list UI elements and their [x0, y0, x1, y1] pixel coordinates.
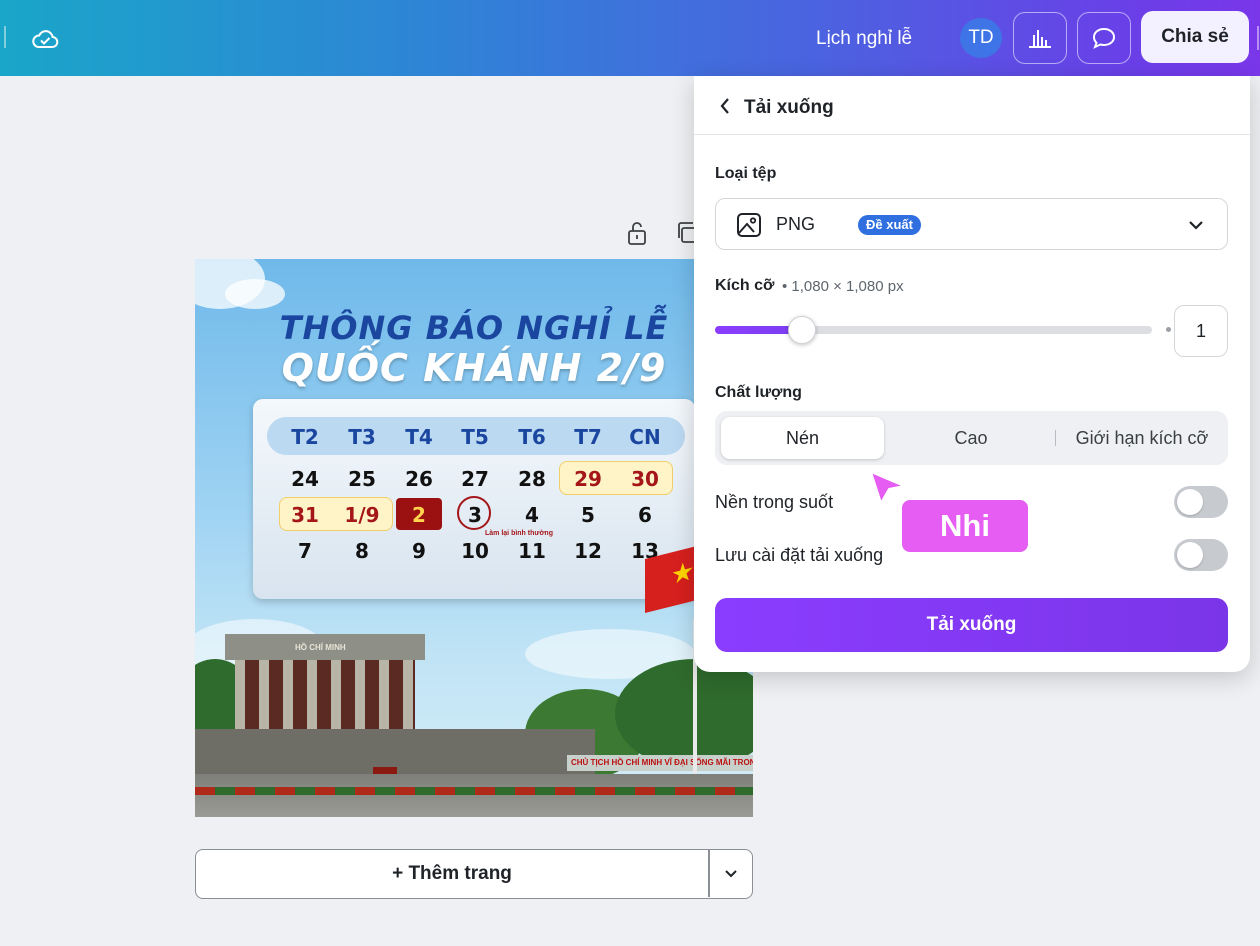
divider [1055, 430, 1056, 446]
banner-text: CHỦ TỊCH HỒ CHÍ MINH VĨ ĐẠI SỐNG MÃI TRO… [571, 758, 753, 767]
calendar-day: 25 [348, 467, 376, 491]
weekday-label: CN [629, 425, 661, 449]
lock-page-icon[interactable] [626, 220, 648, 251]
cloud-decoration [225, 279, 285, 309]
file-type-value: PNG [776, 214, 816, 234]
calendar-day: 12 [574, 539, 602, 563]
calendar-day: 27 [461, 467, 489, 491]
weekday-label: T6 [518, 425, 546, 449]
quality-option-size-limit[interactable]: Giới hạn kích cỡ [1059, 417, 1225, 459]
size-multiplier-input[interactable]: 1 [1174, 305, 1228, 357]
avatar[interactable]: TD [960, 18, 1002, 58]
add-page-control: + Thêm trang [195, 849, 753, 899]
calendar-day: 7 [298, 539, 312, 563]
calendar-day-national: 2 [412, 503, 426, 527]
calendar-day-holiday: 31 [291, 503, 319, 527]
save-settings-label: Lưu cài đặt tải xuống [715, 545, 884, 565]
calendar-card: Làm lại bình thường T2 T3 T4 T5 T6 T7 CN… [253, 399, 695, 599]
add-page-dropdown[interactable] [710, 850, 752, 897]
transparent-bg-label: Nền trong suốt [715, 492, 834, 512]
toggle-knob [1177, 542, 1203, 568]
collaborator-name-tag: Nhi [902, 500, 1028, 552]
calendar-day-holiday: 30 [631, 467, 659, 491]
quality-label: Chất lượng [715, 384, 802, 401]
weekday-label: T3 [348, 425, 376, 449]
calendar-day: 5 [581, 503, 595, 527]
download-panel: Tải xuống Loại tệp PNG Đề xuất Kích cỡ •… [694, 76, 1250, 672]
calendar-day-holiday: 29 [574, 467, 602, 491]
building-sign: HỒ CHÍ MINH [295, 643, 346, 652]
calendar-day: 24 [291, 467, 319, 491]
calendar-note: Làm lại bình thường [485, 530, 553, 537]
comments-button[interactable] [1077, 12, 1131, 64]
calendar-day: 11 [518, 539, 546, 563]
file-type-select[interactable]: PNG Đề xuất [715, 198, 1228, 250]
quality-option-compressed[interactable]: Nén [721, 417, 884, 459]
back-button[interactable] [714, 95, 736, 117]
calendar-day: 4 [525, 503, 539, 527]
calendar-day-holiday: 1/9 [344, 503, 380, 527]
document-title[interactable]: Lịch nghỉ lễ [816, 28, 912, 50]
slider-thumb[interactable] [788, 316, 816, 344]
recommended-badge: Đề xuất [858, 215, 921, 235]
download-button[interactable]: Tải xuống [715, 598, 1228, 652]
quality-segmented-control: Nén Cao Giới hạn kích cỡ [715, 411, 1228, 465]
chevron-left-icon [720, 98, 729, 114]
save-settings-toggle[interactable] [1174, 539, 1228, 571]
panel-title: Tải xuống [744, 97, 834, 118]
chevron-down-icon [725, 869, 737, 877]
top-bar: Lịch nghỉ lễ TD Chia sẻ [0, 0, 1260, 76]
insights-button[interactable] [1013, 12, 1067, 64]
weekday-label: T4 [405, 425, 433, 449]
calendar-day: 8 [355, 539, 369, 563]
mausoleum-roof: HỒ CHÍ MINH [225, 634, 425, 660]
quality-option-high[interactable]: Cao [891, 417, 1051, 459]
calendar-day: 9 [412, 539, 426, 563]
transparent-bg-toggle[interactable] [1174, 486, 1228, 518]
flower-bed [195, 787, 753, 795]
add-page-button[interactable]: + Thêm trang [196, 850, 708, 897]
mausoleum-columns [235, 660, 415, 730]
file-type-label: Loại tệp [715, 165, 777, 182]
size-slider[interactable] [715, 326, 1171, 334]
calendar-day: 3 [468, 503, 482, 527]
chevron-down-icon [1186, 215, 1206, 240]
poster-title-line1: THÔNG BÁO NGHỈ LỄ [279, 309, 669, 347]
size-label: Kích cỡ [715, 277, 775, 294]
share-button[interactable]: Chia sẻ [1141, 11, 1249, 63]
calendar-day: 26 [405, 467, 433, 491]
divider [4, 26, 6, 48]
banner-board: CHỦ TỊCH HỒ CHÍ MINH VĨ ĐẠI SỐNG MÃI TRO… [567, 755, 753, 771]
weekday-label: T7 [574, 425, 602, 449]
scrollbar[interactable] [1250, 76, 1260, 946]
poster-title-line2: QUỐC KHÁNH 2/9 [281, 346, 667, 390]
size-dimensions: • 1,080 × 1,080 px [782, 278, 904, 295]
divider [1257, 26, 1259, 50]
comment-icon [1092, 27, 1116, 49]
toggle-knob [1177, 489, 1203, 515]
weekday-label: T5 [461, 425, 489, 449]
calendar-day: 10 [461, 539, 489, 563]
plaza [195, 774, 753, 817]
slider-end-dot [1166, 327, 1171, 332]
panel-header: Tải xuống [694, 76, 1250, 135]
weekday-label: T2 [291, 425, 319, 449]
bar-chart-icon [1029, 30, 1051, 48]
calendar-day: 28 [518, 467, 546, 491]
design-page[interactable]: THÔNG BÁO NGHỈ LỄ QUỐC KHÁNH 2/9 Làm lại… [195, 259, 753, 817]
calendar-day: 6 [638, 503, 652, 527]
image-icon [736, 212, 762, 243]
cloud-saved-icon[interactable] [28, 22, 62, 56]
